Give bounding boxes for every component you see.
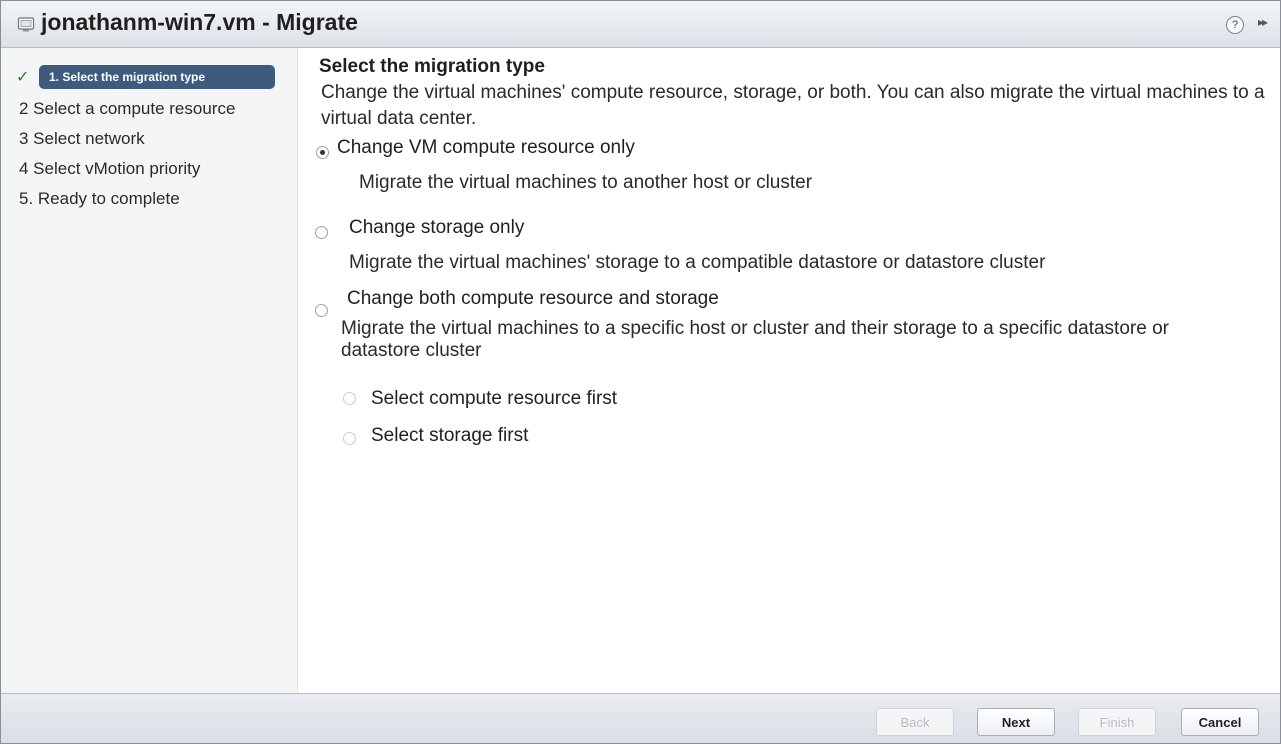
option-compute-only-label[interactable]: Change VM compute resource only: [337, 137, 635, 159]
page-description: Change the virtual machines' compute res…: [321, 82, 1265, 129]
option-compute-and-storage-label[interactable]: Change both compute resource and storage: [347, 288, 719, 310]
sub-option-storage-first-label[interactable]: Select storage first: [371, 425, 528, 447]
sub-option-compute-first-label[interactable]: Select compute resource first: [371, 388, 617, 410]
wizard-steps: ✓ 1. Select the migration type 2 Select …: [1, 48, 298, 693]
option-compute-and-storage-description: Migrate the virtual machines to a specif…: [341, 318, 1169, 361]
radio-compute-and-storage[interactable]: [315, 304, 328, 317]
radio-compute-first[interactable]: [343, 392, 356, 405]
step-select-compute-resource[interactable]: 2 Select a compute resource: [19, 99, 235, 119]
check-icon: ✓: [16, 69, 30, 86]
step-ready-to-complete[interactable]: 5. Ready to complete: [19, 189, 180, 209]
step-select-migration-type[interactable]: 1. Select the migration type: [39, 65, 275, 89]
radio-storage-first[interactable]: [343, 432, 356, 445]
main-content: Select the migration type Change the vir…: [315, 48, 1269, 688]
step-select-network[interactable]: 3 Select network: [19, 129, 145, 149]
option-storage-only-description: Migrate the virtual machines' storage to…: [349, 252, 1046, 273]
page-heading: Select the migration type: [319, 56, 545, 77]
option-storage-only-label[interactable]: Change storage only: [349, 217, 524, 239]
next-button[interactable]: Next: [977, 708, 1055, 736]
back-button[interactable]: Back: [876, 708, 954, 736]
expand-icon[interactable]: ▸▸: [1258, 15, 1268, 29]
migrate-dialog: jonathanm-win7.vm - Migrate ? ▸▸ ✓ 1. Se…: [0, 0, 1281, 744]
finish-button[interactable]: Finish: [1078, 708, 1156, 736]
cancel-button[interactable]: Cancel: [1181, 708, 1259, 736]
option-compute-only-description: Migrate the virtual machines to another …: [359, 172, 813, 193]
title-bar: jonathanm-win7.vm - Migrate ? ▸▸: [1, 1, 1280, 48]
window-title: jonathanm-win7.vm - Migrate: [41, 9, 358, 35]
vm-icon: [17, 17, 35, 32]
radio-compute-only[interactable]: [316, 146, 329, 159]
radio-storage-only[interactable]: [315, 226, 328, 239]
footer-bar: Back Next Finish Cancel: [1, 693, 1280, 743]
help-icon[interactable]: ?: [1226, 16, 1244, 34]
step-select-vmotion-priority[interactable]: 4 Select vMotion priority: [19, 159, 200, 179]
